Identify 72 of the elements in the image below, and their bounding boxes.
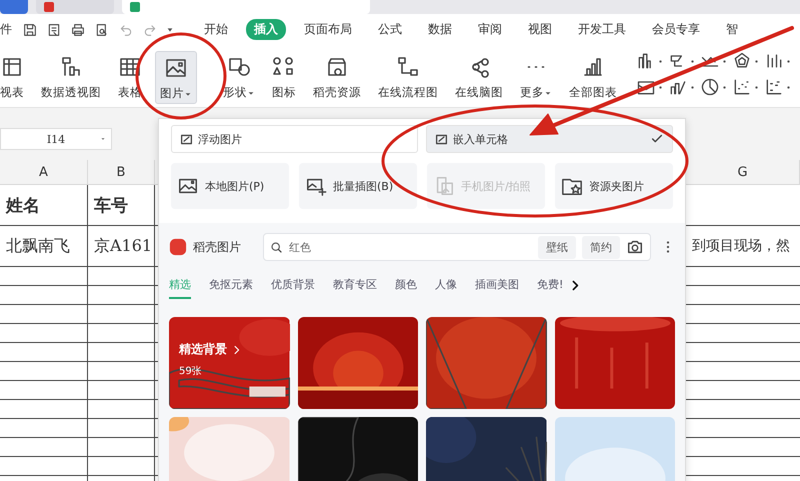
ribbon-button[interactable]: 图片 [155, 51, 197, 104]
category-tab[interactable]: 教育专区 [333, 277, 377, 299]
keyword-chip[interactable]: 简约 [582, 236, 620, 258]
menu-tab[interactable]: 开始 [196, 19, 236, 40]
customize-caret-icon[interactable] [166, 26, 174, 34]
collection-count: 59张 [179, 364, 203, 378]
category-tab[interactable]: 免抠元素 [209, 277, 253, 299]
export-icon[interactable] [46, 22, 62, 38]
picture-source-button[interactable]: 批量插图(B) [299, 163, 417, 209]
brand-name: 稻壳图片 [193, 238, 241, 256]
search-icon [270, 240, 283, 254]
ribbon-button[interactable]: 图标 [268, 51, 300, 102]
chart-icon [764, 77, 784, 97]
name-box[interactable]: I14 [0, 128, 112, 150]
collection-title: 精选背景 [179, 341, 227, 358]
file-menu[interactable]: 件 [0, 21, 12, 38]
menu-tab[interactable]: 开发工具 [570, 19, 634, 40]
menu-tab[interactable]: 审阅 [470, 19, 510, 40]
picture-source-button[interactable]: 资源夹图片 [555, 163, 673, 209]
menu-tab[interactable]: 页面布局 [296, 19, 360, 40]
flowchart-icon [396, 55, 420, 79]
ribbon-button[interactable]: 视表 [0, 51, 28, 102]
picture-source-button[interactable]: 本地图片(P) [171, 163, 289, 209]
chevron-right-icon[interactable] [571, 280, 580, 291]
brand-logo-icon [169, 238, 187, 256]
picture-mode-option[interactable]: 嵌入单元格 [426, 125, 673, 153]
keyword-chip[interactable]: 壁纸 [538, 236, 576, 258]
document-tab[interactable] [122, 0, 370, 14]
picture-mode-option[interactable]: 浮动图片 [171, 125, 418, 153]
ribbon-button[interactable]: 数据透视图 [37, 51, 105, 102]
menu-tab[interactable]: 视图 [520, 19, 560, 40]
save-icon[interactable] [22, 22, 38, 38]
pivot-table-icon [0, 55, 24, 79]
document-tab[interactable] [36, 0, 114, 14]
table-cell: 北飘南飞 [6, 236, 70, 256]
menu-tab[interactable]: 会员专享 [644, 19, 708, 40]
ribbon-button[interactable]: 形状 [219, 51, 259, 102]
image-icon [164, 56, 188, 80]
menu-tab[interactable]: 智 [718, 19, 746, 40]
search-field[interactable]: 红色 壁纸 简约 [263, 233, 651, 261]
category-tab[interactable]: 免费! [537, 277, 564, 299]
menu-tab[interactable]: 数据 [420, 19, 460, 40]
ribbon-button[interactable]: 更多 [516, 51, 556, 102]
menu-tab[interactable]: 公式 [370, 19, 410, 40]
category-tab[interactable]: 颜色 [395, 277, 417, 299]
chart-icon [700, 77, 720, 97]
table-cell: 京A161 [94, 236, 152, 256]
chevron-right-icon [233, 344, 240, 354]
ribbon-button[interactable]: 在线脑图 [451, 51, 507, 102]
table-cell-text: 姓名 [6, 194, 40, 216]
table-cell: 到项目现场，然 [692, 237, 790, 255]
column-header[interactable]: A [0, 160, 88, 184]
category-tab[interactable]: 插画美图 [475, 277, 519, 299]
more-icon [526, 65, 546, 69]
picture-frame-icon [180, 132, 193, 146]
column-header[interactable]: B [88, 160, 155, 184]
pivot-chart-icon [59, 55, 83, 79]
ribbon-button[interactable]: 在线流程图 [374, 51, 442, 102]
chart-icon [732, 77, 752, 97]
picture-frame-icon [435, 132, 448, 146]
document-icon [44, 2, 54, 12]
ribbon-button[interactable]: 全部图表 [565, 51, 621, 102]
print-icon[interactable] [70, 22, 86, 38]
ribbon-button[interactable]: 稻壳资源 [309, 51, 365, 102]
camera-icon[interactable] [626, 238, 644, 256]
table-icon [118, 55, 142, 79]
category-tab[interactable]: 优质背景 [271, 277, 315, 299]
shapes-icon [227, 55, 251, 79]
shop-icon [325, 55, 349, 79]
table-cell-text: 车号 [94, 194, 128, 216]
spreadsheet-icon [130, 2, 140, 12]
category-tab[interactable]: 人像 [435, 277, 457, 299]
